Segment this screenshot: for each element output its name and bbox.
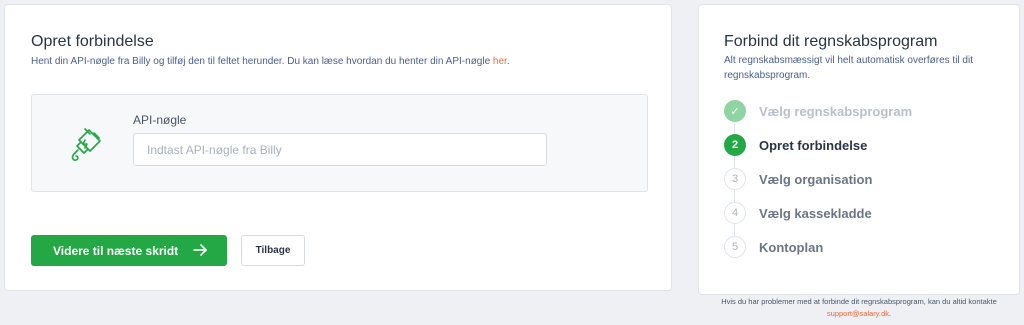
step-label: Vælg kassekladde bbox=[759, 205, 872, 221]
step-label: Vælg regnskabsprogram bbox=[759, 103, 913, 119]
step-connector bbox=[734, 190, 735, 202]
step-label: Kontoplan bbox=[759, 239, 824, 255]
connection-subtitle: Hent din API-nøgle fra Billy og tilføj d… bbox=[31, 54, 651, 69]
step-number: 5 bbox=[724, 236, 746, 258]
step-number: 2 bbox=[724, 134, 746, 156]
step-connector bbox=[734, 224, 735, 236]
support-note-suffix: . bbox=[889, 309, 892, 318]
api-key-input[interactable] bbox=[133, 133, 547, 166]
api-key-panel: API-nøgle bbox=[31, 94, 648, 192]
connection-subtitle-suffix: . bbox=[506, 56, 510, 67]
wizard-description: Alt regnskabsmæssigt vil helt automatisk… bbox=[724, 55, 973, 81]
step-item: ✓ Vælg regnskabsprogram bbox=[724, 100, 912, 122]
help-link[interactable]: her bbox=[493, 56, 507, 67]
back-button[interactable]: Tilbage bbox=[241, 235, 305, 266]
wizard-card: Forbind dit regnskabsprogram Alt regnska… bbox=[698, 4, 1020, 295]
support-note-text: Hvis du har problemer med at forbinde di… bbox=[721, 297, 997, 306]
step-item: 4 Vælg kassekladde bbox=[724, 202, 872, 224]
connection-title: Opret forbindelse bbox=[31, 33, 154, 50]
wizard-title: Forbind dit regnskabsprogram bbox=[724, 33, 938, 50]
plug-icon bbox=[71, 128, 101, 161]
next-step-label: Videre til næste skridt bbox=[53, 243, 179, 258]
step-connector bbox=[734, 122, 735, 134]
step-item: 2 Opret forbindelse bbox=[724, 134, 867, 156]
connection-card: Opret forbindelse Hent din API-nøgle fra… bbox=[4, 4, 672, 291]
step-item: 3 Vælg organisation bbox=[724, 168, 872, 190]
step-number: 4 bbox=[724, 202, 746, 224]
step-item: 5 Kontoplan bbox=[724, 236, 823, 258]
api-key-label: API-nøgle bbox=[133, 113, 187, 127]
connection-subtitle-text: Hent din API-nøgle fra Billy og tilføj d… bbox=[31, 56, 493, 67]
check-icon: ✓ bbox=[724, 100, 746, 122]
step-label: Vælg organisation bbox=[759, 171, 873, 187]
step-label: Opret forbindelse bbox=[759, 137, 868, 153]
step-connector bbox=[734, 156, 735, 168]
support-note: Hvis du har problemer med at forbinde di… bbox=[698, 296, 1020, 320]
step-number: 3 bbox=[724, 168, 746, 190]
next-step-button[interactable]: Videre til næste skridt bbox=[31, 235, 227, 266]
support-email-link[interactable]: support@salary.dk bbox=[827, 309, 889, 318]
arrow-right-icon bbox=[193, 244, 207, 256]
